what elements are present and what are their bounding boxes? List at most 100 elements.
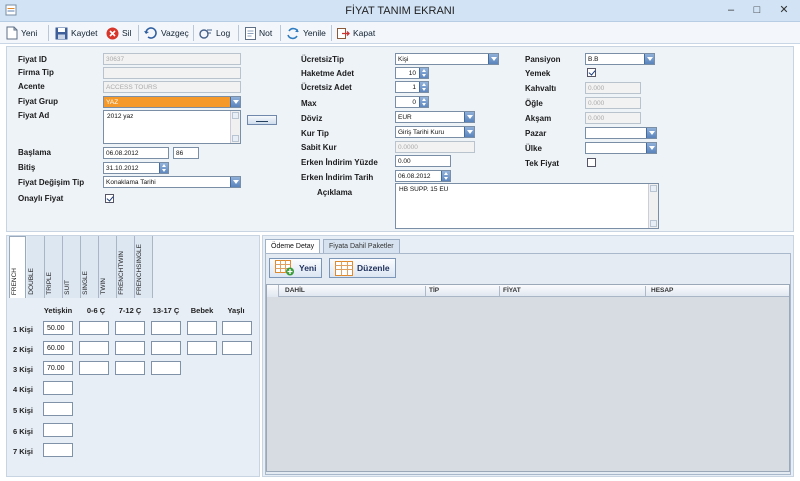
dropdown-arrow-icon[interactable] xyxy=(644,54,654,64)
fiyat-grup-select[interactable]: YAZ xyxy=(103,96,241,108)
room-tab-twin[interactable]: TWIN xyxy=(99,236,117,298)
price-cell[interactable] xyxy=(151,361,181,375)
price-cell[interactable] xyxy=(115,361,145,375)
price-cell[interactable]: 60.00 xyxy=(43,341,73,355)
room-tab-frenchsingle[interactable]: FRENCHSINGLE xyxy=(135,236,153,298)
date-spinner-icon[interactable] xyxy=(159,163,168,173)
price-cell[interactable] xyxy=(115,321,145,335)
new-button[interactable]: Yeni xyxy=(6,25,37,41)
fiyat-ad-scrollbar[interactable] xyxy=(230,111,240,143)
cancel-button[interactable]: Vazgeç xyxy=(144,25,189,41)
stepper-icon[interactable] xyxy=(419,68,428,78)
price-cell[interactable] xyxy=(187,321,217,335)
price-cell[interactable] xyxy=(222,321,252,335)
date-spinner-icon[interactable] xyxy=(441,171,450,181)
max-label: Max xyxy=(301,99,317,108)
max-stepper[interactable]: 0 xyxy=(395,96,429,108)
price-cell[interactable] xyxy=(151,321,181,335)
delete-button[interactable]: Sil xyxy=(106,25,131,41)
close-button[interactable]: Kapat xyxy=(337,25,375,41)
sabit-kur-field[interactable]: 0.0000 xyxy=(395,141,475,153)
erken-indirim-yuzde-field[interactable]: 0.00 xyxy=(395,155,451,167)
price-cell[interactable] xyxy=(43,381,73,395)
dropdown-arrow-icon[interactable] xyxy=(646,143,656,153)
price-cell[interactable]: 50.00 xyxy=(43,321,73,335)
stepper-icon[interactable] xyxy=(419,82,428,92)
dropdown-arrow-icon[interactable] xyxy=(464,127,474,137)
ucretsiz-tip-select[interactable]: Kişi xyxy=(395,53,499,65)
kur-tip-select[interactable]: Giriş Tarihi Kuru xyxy=(395,126,475,138)
dropdown-arrow-icon[interactable] xyxy=(488,54,498,64)
dropdown-arrow-icon[interactable] xyxy=(646,128,656,138)
erken-indirim-tarih-field[interactable]: 06.08.2012 xyxy=(395,170,451,182)
room-tab-single[interactable]: SINGLE xyxy=(81,236,99,298)
price-cell[interactable]: 70.00 xyxy=(43,361,73,375)
add-payment-button[interactable]: Yeni xyxy=(269,258,323,278)
payment-grid[interactable]: DAHİL TİP FİYAT HESAP xyxy=(266,284,790,472)
save-button[interactable]: Kaydet xyxy=(55,25,97,41)
note-button[interactable]: Not xyxy=(245,25,272,41)
edit-payment-button[interactable]: Düzenle xyxy=(329,258,396,278)
ulke-select[interactable] xyxy=(585,142,657,154)
col-fiyat[interactable]: FİYAT xyxy=(503,287,521,294)
price-cell[interactable] xyxy=(79,341,109,355)
tab-fiyata-dahil-paketler[interactable]: Fiyata Dahil Paketler xyxy=(323,239,400,253)
room-tab-frenchtwin[interactable]: FRENCHTWIN xyxy=(117,236,135,298)
price-cell[interactable] xyxy=(79,361,109,375)
scroll-down-icon[interactable] xyxy=(232,135,239,142)
dropdown-arrow-icon[interactable] xyxy=(230,177,240,187)
fiyat-ad-lookup-button[interactable] xyxy=(247,115,277,125)
dropdown-arrow-icon[interactable] xyxy=(464,112,474,122)
price-cell[interactable] xyxy=(187,341,217,355)
price-cell[interactable] xyxy=(43,423,73,437)
minimize-button[interactable]: – xyxy=(718,3,744,19)
baslama-days-field[interactable]: 86 xyxy=(173,147,199,159)
tek-fiyat-checkbox[interactable] xyxy=(587,158,596,167)
col-tip[interactable]: TİP xyxy=(429,287,439,294)
price-cell[interactable] xyxy=(79,321,109,335)
scroll-up-icon[interactable] xyxy=(650,185,657,192)
maximize-button[interactable]: □ xyxy=(744,3,770,19)
close-window-button[interactable]: ✕ xyxy=(770,3,798,19)
fiyat-id-label: Fiyat ID xyxy=(18,55,47,64)
price-cell[interactable] xyxy=(43,443,73,457)
scroll-down-icon[interactable] xyxy=(650,220,657,227)
fiyat-id-field[interactable]: 30637 xyxy=(103,53,241,65)
room-tab-suit[interactable]: SUIT xyxy=(63,236,81,298)
price-cell[interactable] xyxy=(222,341,252,355)
acente-field[interactable]: ACCESS TOURS xyxy=(103,81,241,93)
firma-tip-field[interactable] xyxy=(103,67,241,79)
col-hesap[interactable]: HESAP xyxy=(651,287,673,294)
fiyat-degisim-tip-select[interactable]: Konaklama Tarihi xyxy=(103,176,241,188)
tab-odeme-detay[interactable]: Ödeme Detay xyxy=(265,239,321,253)
yemek-checkbox[interactable] xyxy=(587,68,596,77)
pazar-select[interactable] xyxy=(585,127,657,139)
stepper-icon[interactable] xyxy=(419,97,428,107)
scroll-up-icon[interactable] xyxy=(232,112,239,119)
room-tab-double[interactable]: DOUBLE xyxy=(27,236,45,298)
price-cell[interactable] xyxy=(43,402,73,416)
kahvalti-field[interactable]: 0.000 xyxy=(585,82,641,94)
aciklama-scrollbar[interactable] xyxy=(648,184,658,228)
fiyat-ad-memo[interactable]: 2012 yaz xyxy=(103,110,241,144)
log-label: Log xyxy=(216,28,231,38)
haketme-adet-stepper[interactable]: 10 xyxy=(395,67,429,79)
bitis-date-field[interactable]: 31.10.2012 xyxy=(103,162,169,174)
refresh-button[interactable]: Yenile xyxy=(286,25,326,41)
aksam-field[interactable]: 0.000 xyxy=(585,112,641,124)
ucretsiz-adet-stepper[interactable]: 1 xyxy=(395,81,429,93)
baslama-date-field[interactable]: 06.08.2012 xyxy=(103,147,169,159)
dropdown-arrow-icon[interactable] xyxy=(230,97,240,107)
pansiyon-select[interactable]: B.B xyxy=(585,53,655,65)
onayli-fiyat-checkbox[interactable] xyxy=(105,194,114,203)
aciklama-memo[interactable]: HB SUPP. 15 EU xyxy=(395,183,659,229)
save-icon xyxy=(55,27,68,39)
price-cell[interactable] xyxy=(151,341,181,355)
log-button[interactable]: Log xyxy=(199,25,230,41)
ogle-field[interactable]: 0.000 xyxy=(585,97,641,109)
room-tab-triple[interactable]: TRIPLE xyxy=(45,236,63,298)
col-dahil[interactable]: DAHİL xyxy=(285,287,305,294)
room-tab-french[interactable]: FRENCH xyxy=(9,236,26,298)
doviz-select[interactable]: EUR xyxy=(395,111,475,123)
price-cell[interactable] xyxy=(115,341,145,355)
